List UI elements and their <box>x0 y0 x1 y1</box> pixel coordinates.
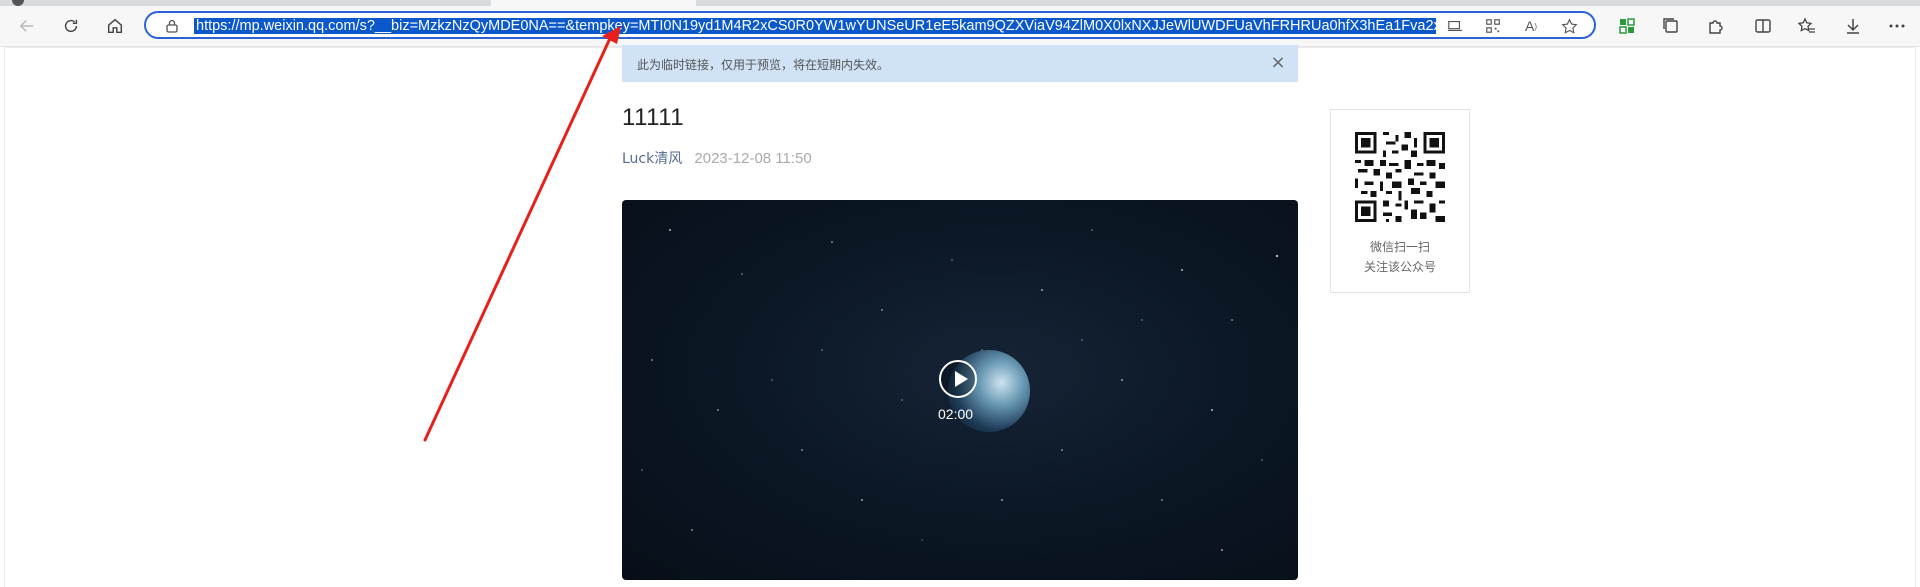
home-icon[interactable] <box>100 11 130 41</box>
lock-icon[interactable] <box>164 18 180 34</box>
play-button[interactable] <box>939 360 977 398</box>
download-icon[interactable] <box>1838 11 1868 41</box>
back-arrow-icon[interactable] <box>12 11 42 41</box>
browser-toolbar: https://mp.weixin.qq.com/s?__biz=MzkzNzQ… <box>0 6 1920 47</box>
close-icon[interactable]: × <box>1268 53 1288 73</box>
split-screen-icon[interactable] <box>1748 11 1778 41</box>
tab-actions-icon[interactable] <box>1656 11 1686 41</box>
article-title: 11111 <box>622 104 685 131</box>
qr-code-image <box>1355 132 1445 222</box>
video-duration: 02:00 <box>938 406 974 422</box>
star-icon[interactable] <box>1558 15 1580 37</box>
collections-extension-icon[interactable] <box>1612 11 1642 41</box>
url-text[interactable]: https://mp.weixin.qq.com/s?__biz=MzkzNzQ… <box>194 17 1436 35</box>
author-link[interactable]: Luck清风 <box>622 151 682 167</box>
qr-code-panel: 微信扫一扫 关注该公众号 <box>1330 109 1470 293</box>
publish-date: 2023-12-08 11:50 <box>694 150 812 167</box>
video-player[interactable]: 02:00 <box>622 200 1298 580</box>
read-aloud-icon[interactable]: A) <box>1520 15 1542 37</box>
address-bar[interactable]: https://mp.weixin.qq.com/s?__biz=MzkzNzQ… <box>144 11 1596 39</box>
article-meta: Luck清风 2023-12-08 11:50 <box>622 148 812 168</box>
more-icon[interactable] <box>1882 11 1912 41</box>
puzzle-icon[interactable] <box>1700 11 1730 41</box>
refresh-icon[interactable] <box>56 11 86 41</box>
notice-text: 此为临时链接，仅用于预览，将在短期内失效。 <box>637 58 890 72</box>
qr-caption-line2: 关注该公众号 <box>1363 260 1436 274</box>
qr-caption-line1: 微信扫一扫 <box>1369 240 1430 254</box>
favorites-icon[interactable] <box>1792 11 1822 41</box>
app-available-icon[interactable] <box>1444 15 1466 37</box>
url-selection[interactable]: https://mp.weixin.qq.com/s?__biz=MzkzNzQ… <box>194 18 1436 34</box>
temporary-link-notice: 此为临时链接，仅用于预览，将在短期内失效。 × <box>622 45 1298 82</box>
qr-code-icon[interactable] <box>1482 15 1504 37</box>
